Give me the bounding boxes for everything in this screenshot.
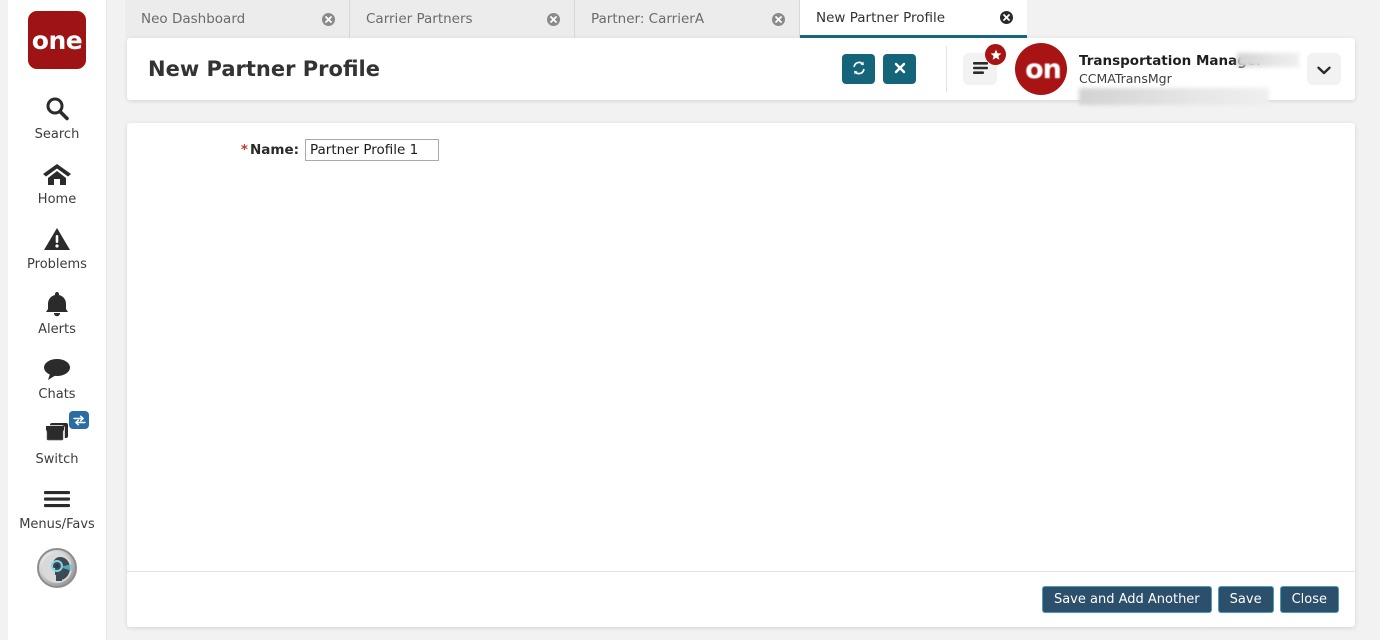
sidebar-item-label: Home <box>37 192 77 207</box>
tab-label: Carrier Partners <box>366 11 473 27</box>
user-name: CCMATransMgr <box>1079 70 1172 86</box>
sidebar-item-label: Problems <box>27 257 87 272</box>
sidebar-item-label: Search <box>34 127 80 142</box>
application-window: one Search Home Problems Alerts Chats Sw… <box>0 0 1380 640</box>
close-circle-icon[interactable] <box>772 12 785 26</box>
name-input[interactable] <box>305 139 439 161</box>
sidebar-item-home[interactable]: Home <box>8 150 107 215</box>
refresh-button[interactable] <box>842 54 875 84</box>
tab-new-partner-profile[interactable]: New Partner Profile <box>800 0 1027 38</box>
redacted-company-text <box>1237 52 1299 67</box>
tab-carrier-partners[interactable]: Carrier Partners <box>350 0 575 38</box>
tab-label: New Partner Profile <box>816 9 946 26</box>
partner-profile-form: * Name: <box>127 123 1355 571</box>
left-sidebar: one Search Home Problems Alerts Chats Sw… <box>8 0 107 640</box>
sidebar-item-label: Switch <box>35 452 79 467</box>
close-page-button[interactable] <box>883 54 916 84</box>
sidebar-item-label: Alerts <box>38 322 76 337</box>
bell-icon <box>44 289 70 319</box>
user-menu-toggle[interactable] <box>1307 53 1341 85</box>
page-title: New Partner Profile <box>148 57 380 81</box>
content-panel: *Name: Save and Add Another Save Close <box>127 123 1355 627</box>
header-divider <box>946 46 947 92</box>
sidebar-item-chats[interactable]: Chats <box>8 345 107 410</box>
windows-stack-icon <box>42 419 72 449</box>
refresh-icon <box>851 60 867 79</box>
chevron-down-icon <box>1317 60 1331 79</box>
name-label: * Name: <box>127 142 305 158</box>
tab-label: Partner: CarrierA <box>591 11 705 27</box>
tab-bar: Neo Dashboard Carrier Partners Partner: … <box>107 0 1380 38</box>
tab-partner-carriera[interactable]: Partner: CarrierA <box>575 0 800 38</box>
user-avatar[interactable]: on <box>1015 43 1067 95</box>
warning-triangle-icon <box>43 224 71 254</box>
sidebar-item-switch[interactable]: Switch <box>8 410 107 475</box>
home-icon <box>42 159 72 189</box>
sidebar-item-search[interactable]: Search <box>8 85 107 150</box>
close-circle-icon[interactable] <box>1000 11 1013 24</box>
tab-label: Neo Dashboard <box>141 11 246 27</box>
header-menu-button[interactable] <box>963 44 1006 85</box>
form-footer: Save and Add Another Save Close <box>127 571 1355 627</box>
save-and-add-another-button[interactable]: Save and Add Another <box>1041 586 1212 613</box>
tab-neo-dashboard[interactable]: Neo Dashboard <box>125 0 350 38</box>
hamburger-icon <box>42 484 72 514</box>
hamburger-icon <box>972 60 989 79</box>
sidebar-item-menus-favs[interactable]: Menus/Favs <box>8 475 107 540</box>
close-circle-icon[interactable] <box>547 12 560 26</box>
close-button[interactable]: Close <box>1279 586 1339 613</box>
form-row-name: * Name: <box>127 139 1355 161</box>
ai-assistant-avatar-icon[interactable] <box>37 548 77 588</box>
search-icon <box>43 94 71 124</box>
name-label-text: Name: <box>249 142 299 158</box>
required-marker: * <box>240 142 248 158</box>
x-icon <box>893 61 907 78</box>
swap-arrows-icon[interactable] <box>69 411 89 429</box>
sidebar-item-label: Chats <box>38 387 76 402</box>
save-button[interactable]: Save <box>1217 586 1274 613</box>
one-logo-text: one <box>31 25 83 55</box>
avatar-text: on <box>1025 53 1062 85</box>
sidebar-item-label: Menus/Favs <box>19 517 95 532</box>
chat-bubble-icon <box>42 354 72 384</box>
redacted-org-text <box>1079 87 1269 105</box>
star-icon[interactable] <box>985 44 1006 65</box>
sidebar-item-problems[interactable]: Problems <box>8 215 107 280</box>
close-circle-icon[interactable] <box>322 12 335 26</box>
sidebar-item-alerts[interactable]: Alerts <box>8 280 107 345</box>
page-header: New Partner Profile on Transportation Ma… <box>127 38 1355 105</box>
user-info: Transportation Manager CCMATransMgr <box>1079 52 1299 105</box>
one-logo[interactable]: one <box>28 11 86 69</box>
